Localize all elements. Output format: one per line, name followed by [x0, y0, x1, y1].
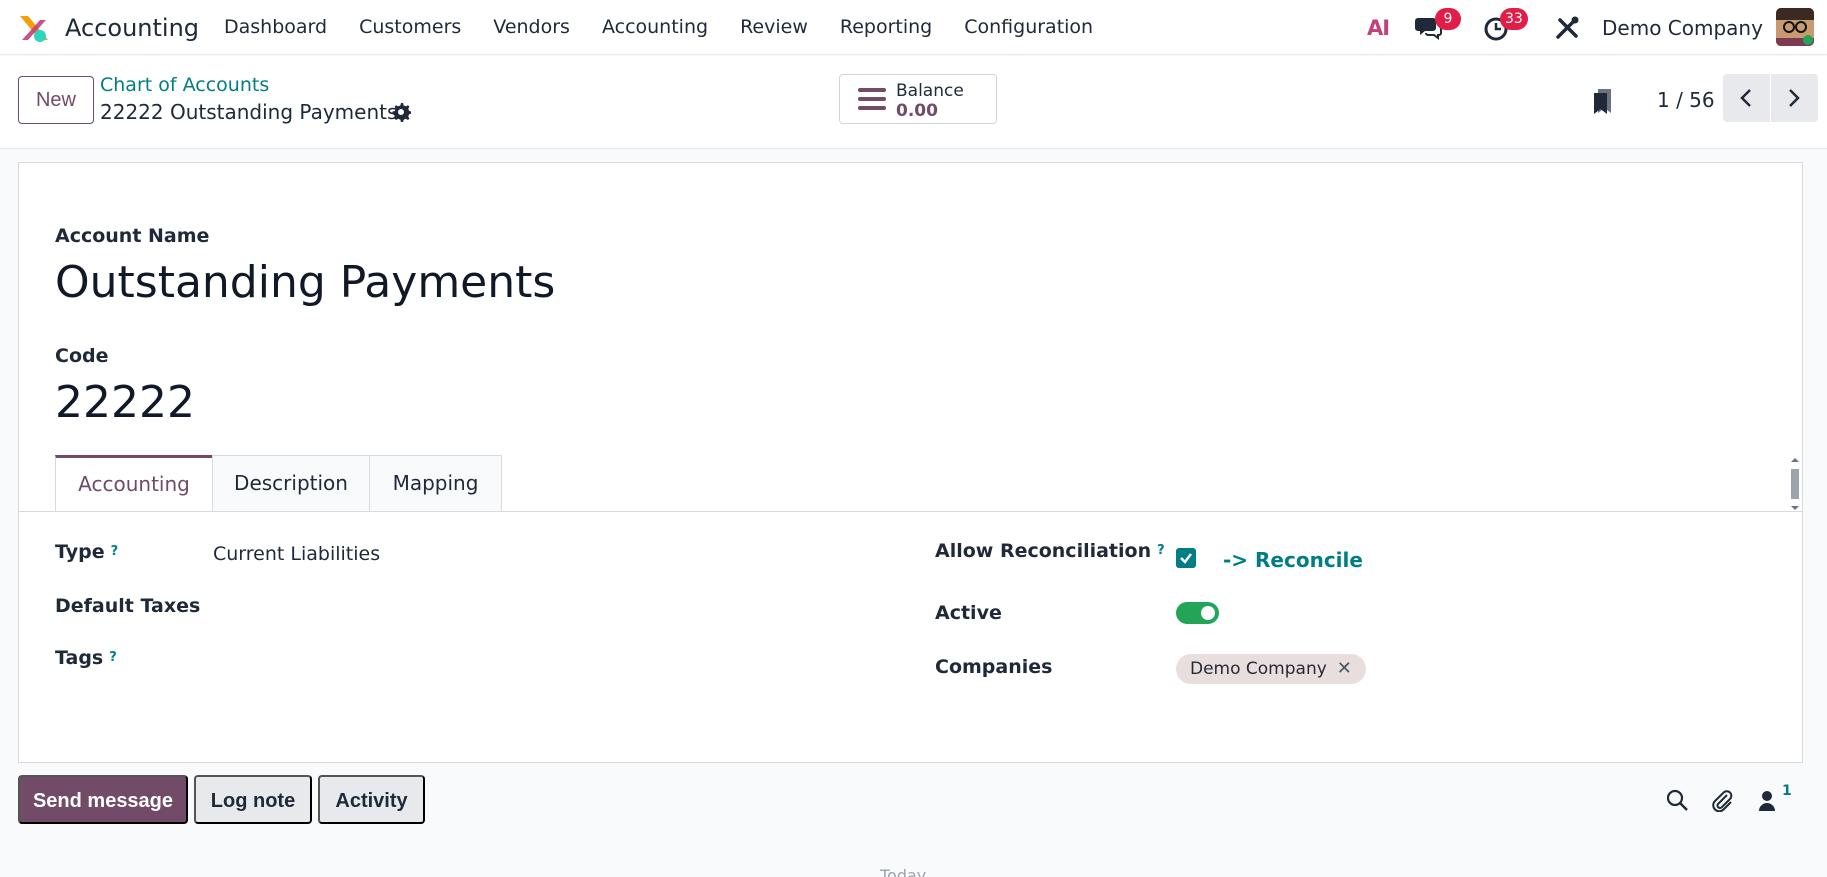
chevron-left-icon — [1740, 89, 1751, 107]
breadcrumb-chart-of-accounts[interactable]: Chart of Accounts — [100, 73, 269, 97]
accounting-app-icon[interactable] — [18, 12, 50, 44]
ai-label: AI — [1367, 16, 1390, 40]
allow-reconciliation-help-icon[interactable]: ? — [1157, 543, 1165, 558]
followers-count: 1 — [1782, 783, 1792, 799]
allow-reconciliation-label-text: Allow Reconciliation — [935, 540, 1152, 562]
close-icon[interactable]: ✕ — [1337, 654, 1352, 684]
paperclip-icon[interactable] — [1710, 788, 1734, 812]
companies-label: Companies — [935, 656, 1053, 678]
toggle-knob — [1201, 606, 1215, 620]
top-navbar: Accounting Dashboard Customers Vendors A… — [0, 0, 1827, 55]
active-label: Active — [935, 602, 1002, 624]
main-menu: Dashboard Customers Vendors Accounting R… — [224, 0, 1125, 55]
reconcile-link[interactable]: -> Reconcile — [1223, 547, 1363, 573]
allow-reconciliation-checkbox[interactable] — [1176, 548, 1196, 568]
app-name[interactable]: Accounting — [65, 12, 199, 44]
tags-label-text: Tags — [55, 647, 104, 669]
company-switcher[interactable]: Demo Company — [1602, 12, 1763, 44]
type-help-icon[interactable]: ? — [111, 544, 119, 559]
ai-icon[interactable]: AI — [1367, 14, 1395, 42]
pager-value[interactable]: 1 / 56 — [1657, 86, 1715, 114]
followers-icon[interactable] — [1757, 788, 1781, 812]
pager-previous-button[interactable] — [1723, 74, 1770, 122]
type-label-text: Type — [55, 541, 105, 563]
user-avatar[interactable] — [1776, 8, 1814, 46]
send-message-button[interactable]: Send message — [18, 775, 188, 824]
chevron-right-icon — [1789, 89, 1800, 107]
menu-review[interactable]: Review — [740, 0, 808, 55]
log-note-button[interactable]: Log note — [194, 775, 312, 824]
checkmark-icon — [1180, 553, 1192, 564]
tags-label: Tags? — [55, 646, 117, 670]
activity-button[interactable]: Activity — [318, 775, 425, 824]
balance-label: Balance — [896, 81, 964, 101]
new-button[interactable]: New — [18, 76, 94, 124]
bookmark-icon[interactable] — [1591, 87, 1615, 115]
account-name-field[interactable]: Outstanding Payments — [55, 255, 555, 311]
control-panel: New Chart of Accounts 22222 Outstanding … — [0, 56, 1827, 149]
code-label: Code — [55, 345, 109, 367]
today-separator: Today — [880, 866, 927, 877]
tools-icon[interactable] — [1554, 15, 1582, 41]
menu-vendors[interactable]: Vendors — [493, 0, 570, 55]
menu-customers[interactable]: Customers — [359, 0, 461, 55]
list-bars-icon — [858, 88, 886, 110]
company-tag-label: Demo Company — [1190, 659, 1327, 679]
tab-accounting[interactable]: Accounting — [55, 455, 213, 511]
tags-help-icon[interactable]: ? — [109, 650, 117, 665]
menu-configuration[interactable]: Configuration — [964, 0, 1093, 55]
messages-badge: 9 — [1435, 8, 1461, 30]
code-field[interactable]: 22222 — [55, 375, 195, 431]
balance-value: 0.00 — [896, 101, 938, 121]
avatar-face-icon — [1776, 8, 1814, 46]
tabs-scrollbar[interactable] — [1789, 457, 1801, 511]
gear-icon[interactable] — [391, 102, 411, 122]
search-icon[interactable] — [1665, 788, 1689, 812]
company-tag[interactable]: Demo Company ✕ — [1176, 654, 1366, 684]
tab-divider — [19, 511, 1802, 512]
active-toggle[interactable] — [1176, 602, 1219, 624]
form-tabs: Accounting Description Mapping — [55, 455, 502, 511]
breadcrumb-current-record: 22222 Outstanding Payments — [100, 100, 398, 124]
default-taxes-label: Default Taxes — [55, 595, 201, 617]
type-field[interactable]: Current Liabilities — [213, 542, 380, 566]
menu-dashboard[interactable]: Dashboard — [224, 0, 327, 55]
tab-mapping[interactable]: Mapping — [369, 455, 502, 511]
activities-badge: 33 — [1500, 8, 1528, 30]
menu-accounting[interactable]: Accounting — [602, 0, 708, 55]
tab-description[interactable]: Description — [212, 455, 370, 511]
form-sheet: Account Name Outstanding Payments Code 2… — [18, 162, 1803, 763]
allow-reconciliation-label: Allow Reconciliation? — [935, 539, 1165, 563]
menu-reporting[interactable]: Reporting — [840, 0, 932, 55]
type-label: Type? — [55, 540, 118, 564]
balance-smart-button[interactable]: Balance 0.00 — [839, 74, 997, 124]
pager-next-button[interactable] — [1771, 74, 1818, 122]
account-name-label: Account Name — [55, 225, 210, 247]
